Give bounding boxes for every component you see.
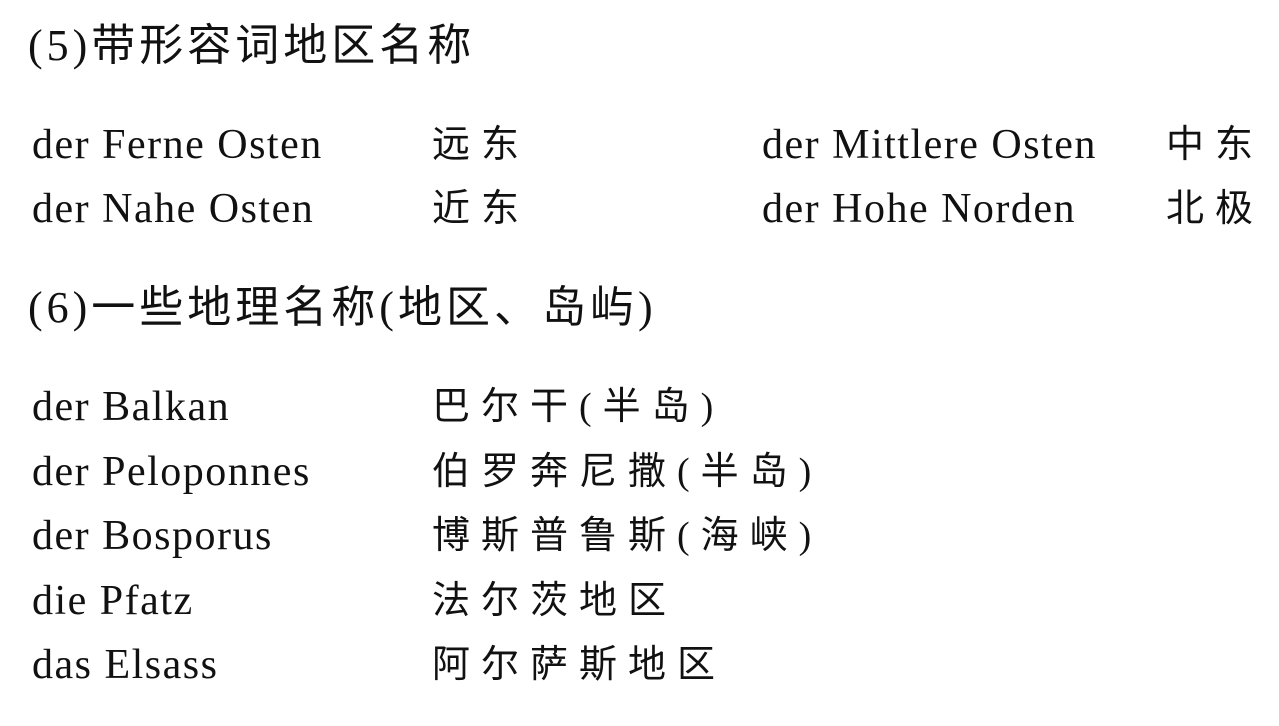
chinese-term: 法尔茨地区 [432, 580, 678, 622]
term-row: die Pfatz 法尔茨地区 [32, 580, 1279, 644]
german-term: der Peloponnes [32, 449, 311, 495]
term-row: das Elsass 阿尔萨斯地区 [32, 644, 1279, 708]
chinese-term: 巴尔干(半岛) [432, 386, 725, 428]
chinese-term: 中东 [1166, 124, 1265, 166]
german-term: der Mittlere Osten [762, 122, 1097, 168]
section-6-heading: (6)一些地理名称(地区、岛屿) [28, 283, 657, 332]
chinese-term: 伯罗奔尼撒(半岛) [432, 451, 823, 493]
german-term: der Nahe Osten [32, 186, 315, 232]
term-row: der Bosporus 博斯普鲁斯(海峡) [32, 515, 1279, 579]
term-row: der Balkan 巴尔干(半岛) [32, 386, 1279, 450]
section-5-heading: (5)带形容词地区名称 [28, 21, 476, 70]
term-row: der Peloponnes 伯罗奔尼撒(半岛) [32, 451, 1279, 515]
chinese-term: 阿尔萨斯地区 [432, 644, 727, 686]
german-term: die Pfatz [32, 578, 194, 624]
chinese-term: 博斯普鲁斯(海峡) [432, 515, 823, 557]
german-term: das Elsass [32, 642, 219, 688]
german-term: der Hohe Norden [762, 186, 1077, 232]
term-row: der Ferne Osten 远东 der Mittlere Osten 中东 [32, 124, 1279, 188]
chinese-term: 北极 [1166, 188, 1265, 230]
chinese-term: 远东 [432, 124, 531, 166]
german-term: der Bosporus [32, 513, 273, 559]
german-term: der Balkan [32, 384, 231, 430]
chinese-term: 近东 [432, 188, 531, 230]
term-row: der Nahe Osten 近东 der Hohe Norden 北极 [32, 188, 1279, 252]
german-term: der Ferne Osten [32, 122, 323, 168]
